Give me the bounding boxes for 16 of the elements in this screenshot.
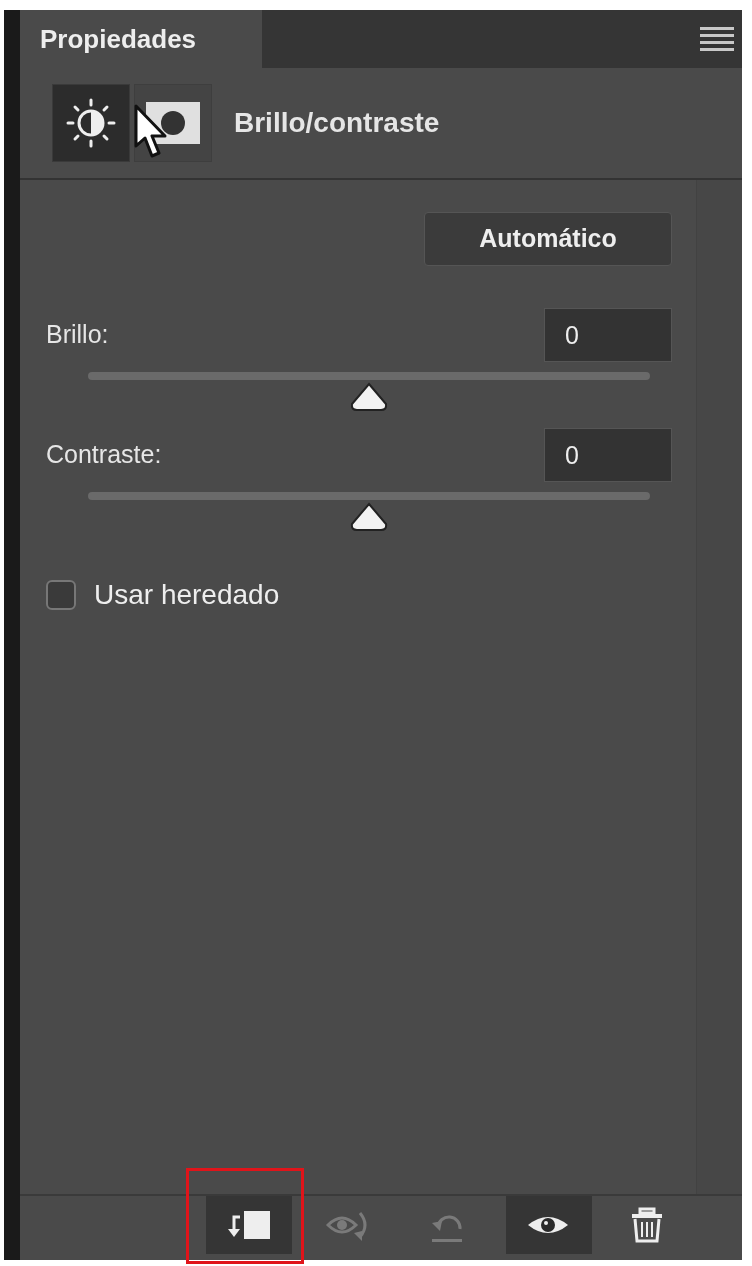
slider-label: Brillo:	[46, 319, 109, 351]
panel-menu-icon[interactable]	[700, 27, 734, 51]
checkbox[interactable]	[46, 580, 76, 610]
mode-button[interactable]	[52, 84, 130, 162]
checkbox-label: Usar heredado	[94, 578, 280, 612]
value-field[interactable]: 0	[544, 308, 672, 362]
slider-thumb[interactable]	[349, 502, 389, 532]
adjustment-title: Brillo/contraste	[234, 106, 440, 140]
slider-label: Contraste:	[46, 439, 162, 471]
panel-tab[interactable]: Propiedades	[20, 10, 262, 68]
auto-button[interactable]: Automático	[424, 212, 672, 266]
slider-thumb[interactable]	[349, 382, 389, 412]
value-field[interactable]: 0	[544, 428, 672, 482]
footer-button[interactable]	[206, 1196, 292, 1254]
brightness-contrast-icon	[64, 96, 118, 150]
footer-button[interactable]	[506, 1196, 592, 1254]
